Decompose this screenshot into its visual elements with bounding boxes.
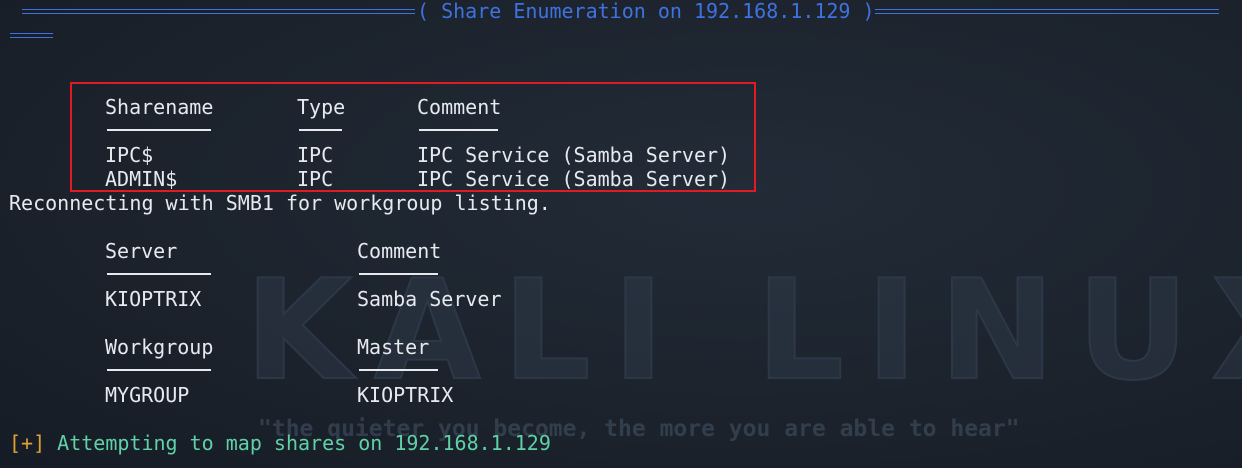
server-col-server: Server (105, 239, 178, 263)
server-row-comment: Samba Server (357, 287, 502, 311)
server-col-comment: Comment (357, 239, 442, 263)
share-row-name: ADMIN$ (105, 167, 178, 191)
share-row-comment: IPC Service (Samba Server) (417, 143, 731, 167)
share-col-sharename-rule (107, 129, 211, 131)
share-col-sharename: Sharename (105, 95, 214, 119)
header-rule-left (22, 9, 415, 14)
section-header: ( Share Enumeration on 192.168.1.129 ) (0, 0, 1242, 24)
header-rule-right (875, 9, 1219, 14)
workgroup-col-master-rule (359, 369, 438, 371)
workgroup-col-workgroup-rule (107, 369, 211, 371)
share-col-type-rule (299, 129, 342, 131)
share-row-name: IPC$ (105, 143, 154, 167)
share-row-type: IPC (297, 167, 334, 191)
share-row-type: IPC (297, 143, 334, 167)
status-marker: [+] (9, 431, 46, 455)
server-row-name: KIOPTRIX (105, 287, 202, 311)
share-col-comment-rule (419, 129, 498, 131)
workgroup-col-master: Master (357, 335, 430, 359)
header-rule-wrap (10, 33, 53, 38)
kali-logo-text: KALI LINUX (244, 250, 1242, 411)
share-row-comment: IPC Service (Samba Server) (417, 167, 731, 191)
section-title: ( Share Enumeration on 192.168.1.129 ) (417, 0, 875, 23)
server-col-server-rule (107, 273, 211, 275)
terminal-window[interactable]: KALI LINUX "the quieter you become, the … (0, 0, 1242, 468)
status-line: [+] Attempting to map shares on 192.168.… (9, 431, 551, 455)
server-col-comment-rule (359, 273, 438, 275)
reconnect-message: Reconnecting with SMB1 for workgroup lis… (9, 191, 551, 215)
share-col-comment: Comment (417, 95, 502, 119)
status-text: Attempting to map shares on 192.168.1.12… (57, 431, 551, 455)
workgroup-row-master: KIOPTRIX (357, 383, 454, 407)
workgroup-row-name: MYGROUP (105, 383, 190, 407)
share-col-type: Type (297, 95, 346, 119)
workgroup-col-workgroup: Workgroup (105, 335, 214, 359)
